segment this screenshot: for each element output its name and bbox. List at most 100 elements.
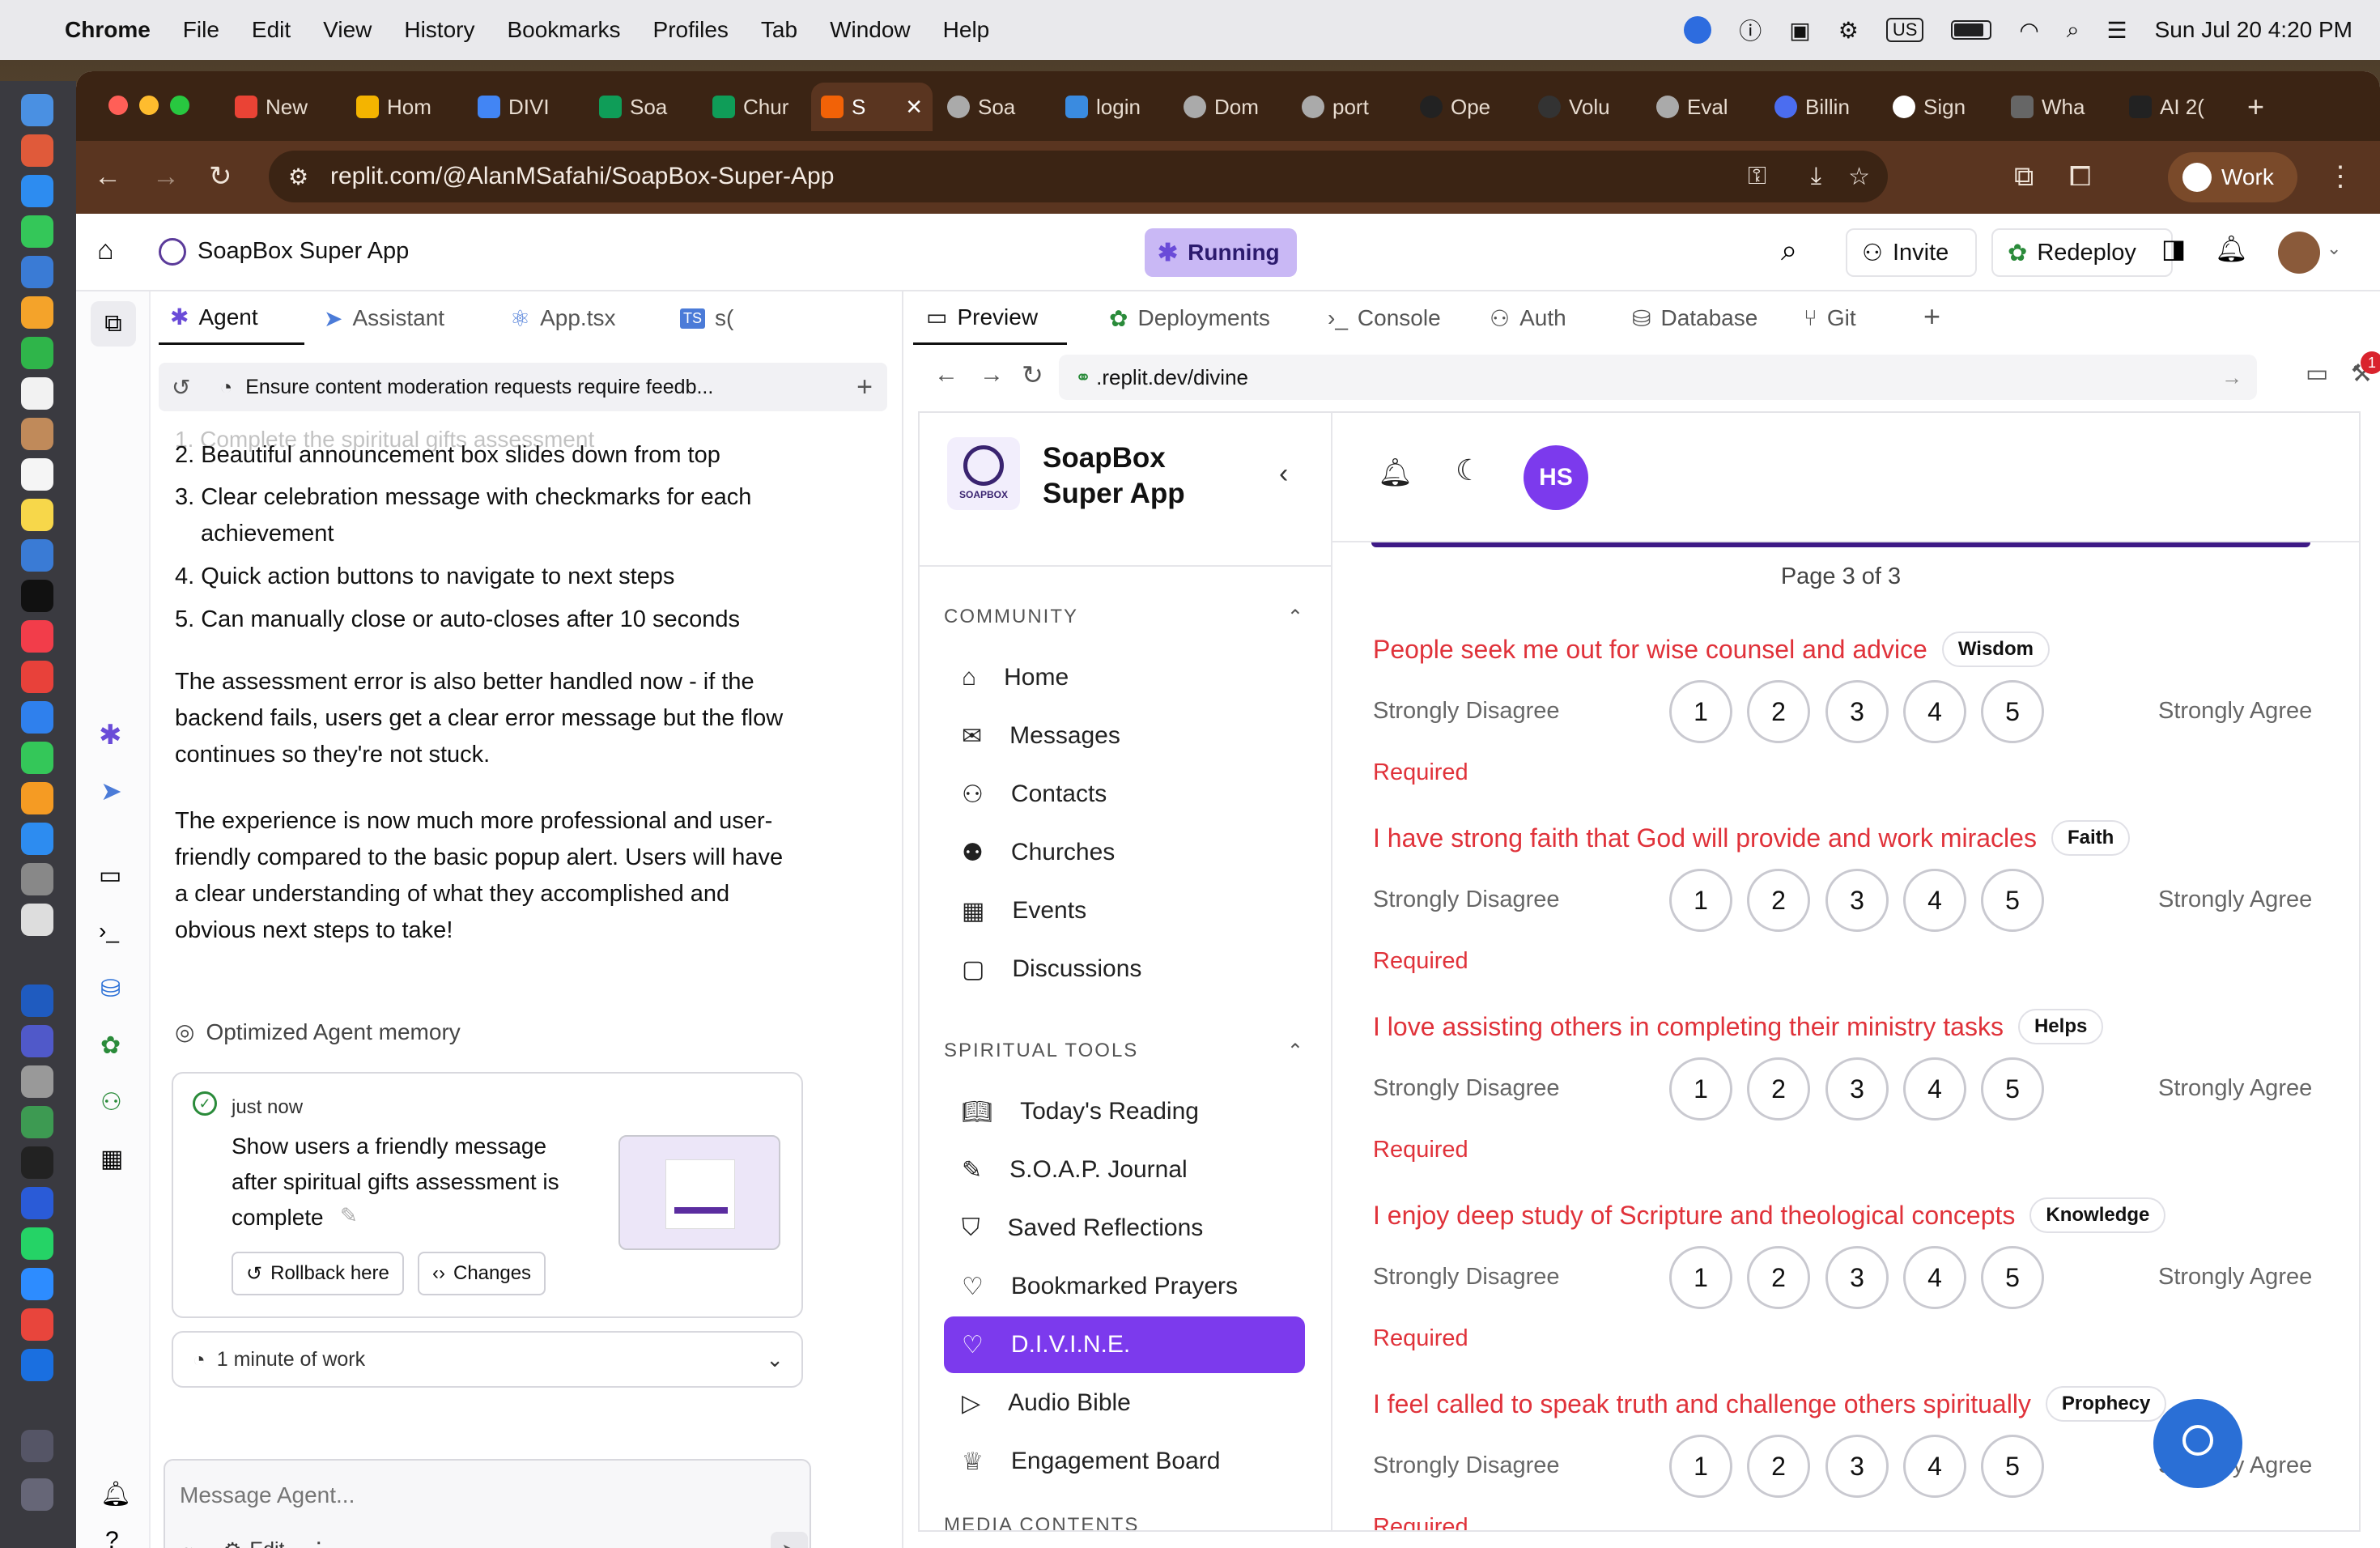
tab-file[interactable]: TS s(: [669, 291, 750, 345]
rating-option-4[interactable]: 4: [1903, 1057, 1966, 1121]
teams-status-icon[interactable]: ⚙: [1838, 17, 1859, 44]
rating-option-2[interactable]: 2: [1747, 1246, 1810, 1309]
nav-divine[interactable]: ♡ D.I.V.I.N.E.: [944, 1316, 1305, 1373]
rating-option-3[interactable]: 3: [1825, 680, 1889, 743]
launchpad-icon[interactable]: [21, 134, 53, 167]
password-key-icon[interactable]: ⚿: [1748, 163, 1766, 190]
browser-tab[interactable]: Sign: [1883, 83, 1988, 131]
go-arrow-icon[interactable]: →: [2221, 365, 2242, 390]
system-settings-icon[interactable]: [21, 863, 53, 895]
reload-icon[interactable]: ↻: [209, 160, 232, 193]
browser-tab[interactable]: Dom: [1174, 83, 1279, 131]
teams-icon[interactable]: [21, 1025, 53, 1057]
community-section-header[interactable]: COMMUNITY ⌃: [944, 606, 1305, 629]
rating-option-2[interactable]: 2: [1747, 1435, 1810, 1498]
deploy-rail-icon[interactable]: ✿: [100, 1031, 121, 1060]
menu-view[interactable]: View: [323, 17, 372, 43]
window-zoom-button[interactable]: [170, 96, 189, 115]
work-summary-row[interactable]: ◔ 1 minute of work ⌄: [172, 1331, 803, 1388]
menu-file[interactable]: File: [183, 17, 219, 43]
tab-app-tsx[interactable]: ⚛ App.tsx: [499, 291, 661, 345]
browser-tab[interactable]: login: [1056, 83, 1161, 131]
browser-tab[interactable]: DIVI: [468, 83, 565, 131]
browser-tab[interactable]: Hom: [346, 83, 444, 131]
console-rail-icon[interactable]: ›_: [99, 918, 119, 944]
browser-tab[interactable]: Billin: [1765, 83, 1870, 131]
device-preview-icon[interactable]: ▭: [2306, 359, 2328, 388]
signal-icon[interactable]: [21, 1187, 53, 1219]
safari-icon[interactable]: [21, 175, 53, 207]
menu-edit[interactable]: Edit: [252, 17, 291, 43]
menu-bookmarks[interactable]: Bookmarks: [507, 17, 620, 43]
browser-tab[interactable]: port: [1292, 83, 1397, 131]
rating-option-1[interactable]: 1: [1669, 869, 1732, 932]
preview-app-icon[interactable]: [21, 904, 53, 936]
collapse-sidebar-icon[interactable]: ‹: [1279, 458, 1288, 490]
nav-contacts[interactable]: ⚇ Contacts: [944, 766, 1305, 823]
install-app-icon[interactable]: ⤓: [1811, 163, 1821, 190]
search-icon[interactable]: ⌕: [1781, 233, 1797, 268]
notifications-bell-icon[interactable]: 🔔︎: [2215, 233, 2248, 264]
rollback-button[interactable]: ↺ Rollback here: [232, 1252, 404, 1295]
remote-desktop-icon[interactable]: [21, 1065, 53, 1098]
nav-bookmarked-prayers[interactable]: ♡ Bookmarked Prayers: [944, 1258, 1305, 1315]
preview-back-icon[interactable]: ←: [934, 361, 958, 389]
browser-tab[interactable]: New: [225, 83, 322, 131]
help-icon[interactable]: ?: [105, 1527, 119, 1548]
nav-audio-bible[interactable]: ▷ Audio Bible: [944, 1375, 1305, 1431]
rating-option-2[interactable]: 2: [1747, 680, 1810, 743]
home-icon[interactable]: ⌂: [97, 235, 114, 266]
tab-database[interactable]: ⛁ Database: [1619, 291, 1765, 345]
tab-deployments[interactable]: ✿ Deployments: [1096, 291, 1282, 345]
auth-rail-icon[interactable]: ⚇: [100, 1088, 122, 1116]
outlook-status-icon[interactable]: ▣: [1789, 17, 1810, 44]
address-bar[interactable]: ⚙ replit.com/@AlanMSafahi/SoapBox-Super-…: [269, 151, 1888, 202]
bookmark-star-icon[interactable]: ☆: [1848, 163, 1870, 191]
rating-option-3[interactable]: 3: [1825, 1435, 1889, 1498]
zoom-icon[interactable]: [21, 1268, 53, 1300]
nav-todays-reading[interactable]: 📖︎ Today's Reading: [944, 1083, 1305, 1140]
rating-option-1[interactable]: 1: [1669, 1435, 1732, 1498]
keyboard-input-indicator[interactable]: US: [1885, 18, 1924, 42]
new-tab-button[interactable]: +: [2238, 83, 2286, 131]
numbers-icon[interactable]: [21, 742, 53, 774]
browser-tab[interactable]: AI 2(: [2119, 83, 2225, 131]
browser-tab[interactable]: Volu: [1528, 83, 1634, 131]
user-avatar[interactable]: [2278, 232, 2320, 274]
nav-engagement-board[interactable]: ♕ Engagement Board: [944, 1433, 1305, 1490]
rating-option-4[interactable]: 4: [1903, 1246, 1966, 1309]
rating-option-5[interactable]: 5: [1981, 680, 2044, 743]
close-tab-icon[interactable]: ✕: [905, 95, 923, 120]
tv-icon[interactable]: [21, 580, 53, 612]
reminders-icon[interactable]: [21, 458, 53, 491]
menu-window[interactable]: Window: [830, 17, 911, 43]
rating-option-1[interactable]: 1: [1669, 1057, 1732, 1121]
chevron-up-icon[interactable]: ⌃: [1287, 606, 1305, 629]
app-store-icon[interactable]: [21, 823, 53, 855]
wifi-icon[interactable]: ◠: [2019, 17, 2038, 44]
onepassword-status-icon[interactable]: ⓘ: [1739, 14, 1762, 46]
rating-option-5[interactable]: 5: [1981, 1246, 2044, 1309]
browser-tab[interactable]: Ope: [1410, 83, 1515, 131]
rating-option-1[interactable]: 1: [1669, 1246, 1732, 1309]
rating-option-5[interactable]: 5: [1981, 1057, 2044, 1121]
music-icon[interactable]: [21, 620, 53, 653]
pages-icon[interactable]: [21, 782, 53, 814]
control-center-icon[interactable]: ☰: [2107, 17, 2127, 44]
task-title-bar[interactable]: ↺ ◔ Ensure content moderation requests r…: [159, 363, 887, 411]
chevron-down-icon[interactable]: ⌄: [2327, 238, 2341, 259]
browser-tab[interactable]: Eval: [1647, 83, 1752, 131]
nav-discussions[interactable]: ▢ Discussions: [944, 941, 1305, 997]
calendar-icon[interactable]: [21, 377, 53, 410]
tab-search-icon[interactable]: ⧠: [2069, 160, 2091, 193]
menu-tab[interactable]: Tab: [761, 17, 797, 43]
facetime-icon[interactable]: [21, 337, 53, 369]
rating-option-2[interactable]: 2: [1747, 869, 1810, 932]
chrome-menu-icon[interactable]: ⋮: [2327, 160, 2354, 193]
repl-title[interactable]: SoapBox Super App: [198, 238, 409, 265]
agent-rail-icon[interactable]: ✱: [99, 719, 122, 751]
downloads-icon[interactable]: [21, 1430, 53, 1462]
browser-tab[interactable]: Soa: [937, 83, 1043, 131]
soapbox-logo[interactable]: SOAPBOX: [947, 437, 1020, 510]
rating-option-3[interactable]: 3: [1825, 1246, 1889, 1309]
